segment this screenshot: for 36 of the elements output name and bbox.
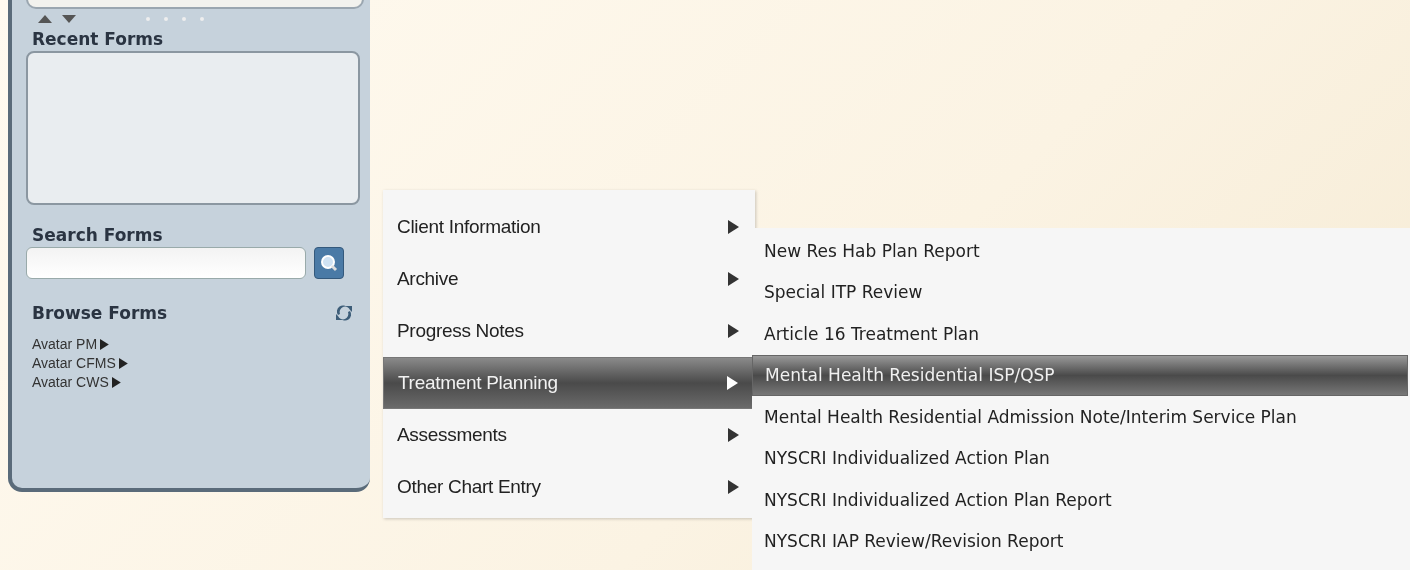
- menu-item[interactable]: Special ITP Review: [752, 271, 1410, 313]
- menu-item[interactable]: NYSCRI Individualized Action Plan: [752, 437, 1410, 479]
- search-button[interactable]: [314, 247, 344, 279]
- browse-item[interactable]: Avatar CFMS: [32, 354, 116, 373]
- arrow-icon: [727, 480, 739, 494]
- arrow-icon: [118, 358, 128, 369]
- menu-item[interactable]: Client Information: [383, 201, 755, 253]
- section-title: Browse Forms: [32, 303, 168, 323]
- section-title: Search Forms: [32, 225, 164, 245]
- arrow-icon: [726, 376, 738, 390]
- arrow-icon: [100, 339, 109, 350]
- refresh-icon[interactable]: [334, 303, 354, 323]
- menu-item[interactable]: NYSCRI Individualized Action Plan Report: [752, 479, 1410, 521]
- menu-item[interactable]: Treatment Planning: [383, 357, 755, 409]
- search-field[interactable]: [26, 247, 306, 279]
- search-icon: [320, 254, 338, 272]
- menu-item[interactable]: Archive: [383, 253, 755, 305]
- arrow-icon: [727, 324, 739, 338]
- browse-item[interactable]: Avatar PM: [32, 335, 98, 354]
- menu-item[interactable]: NYSCRI IAP Review/Revision Report: [752, 520, 1410, 562]
- menu-item[interactable]: Mental Health Residential Admission Note/Interim Service Plan: [752, 396, 1410, 438]
- menu-item[interactable]: Article 16 Treatment Plan: [752, 313, 1410, 355]
- down-arrow-icon[interactable]: [62, 15, 76, 23]
- browse-item[interactable]: Avatar CWS: [32, 373, 109, 392]
- arrow-icon: [727, 428, 739, 442]
- arrow-icon: [727, 272, 739, 286]
- up-arrow-icon[interactable]: [38, 15, 52, 23]
- menu-item[interactable]: New Res Hab Plan Report: [752, 230, 1410, 272]
- arrow-icon: [111, 377, 121, 388]
- section-title: Recent Forms: [32, 29, 165, 49]
- arrow-icon: [727, 220, 739, 234]
- menu-item[interactable]: Mental Health Residential ISP/QSP: [752, 354, 1408, 396]
- grip-icon[interactable]: [144, 16, 204, 22]
- menu-item[interactable]: Progress Notes: [383, 305, 755, 357]
- menu-item[interactable]: Assessments: [383, 409, 755, 461]
- menu-item[interactable]: Other Chart Entry: [383, 461, 755, 513]
